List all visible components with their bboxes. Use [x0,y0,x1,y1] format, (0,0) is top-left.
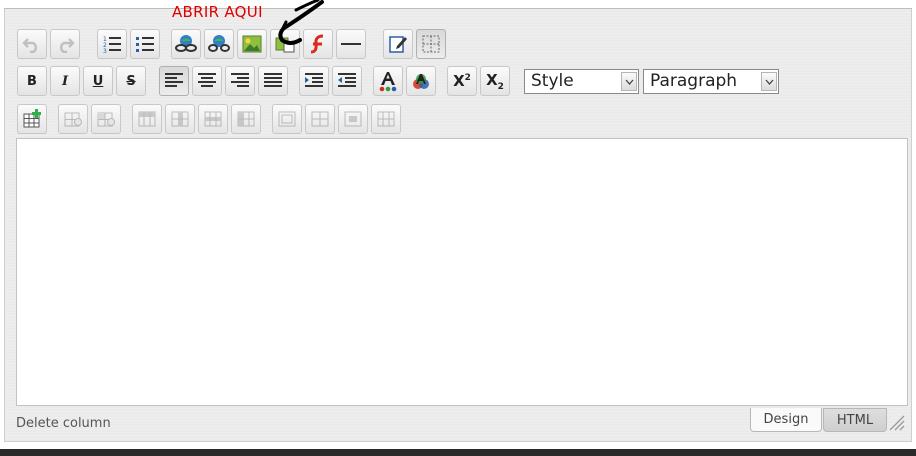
merge-cells-button[interactable] [305,104,335,134]
remove-link-button[interactable] [204,29,234,59]
bullet-list-icon [135,34,155,54]
merge-down-icon [376,110,396,128]
bold-button[interactable]: B [17,66,47,96]
svg-text:3: 3 [103,48,107,54]
horizontal-rule-icon [340,34,362,54]
insert-row-above-icon [137,110,157,128]
underline-icon: U [92,73,104,89]
align-center-button[interactable] [192,66,222,96]
italic-button[interactable]: I [50,66,80,96]
merge-right-button[interactable] [338,104,368,134]
edit-button[interactable] [383,29,413,59]
undo-icon [22,35,42,53]
horizontal-rule-button[interactable] [336,29,366,59]
cell-properties-icon [96,109,116,129]
superscript-button[interactable]: X2 [447,66,477,96]
resize-grip-icon[interactable] [887,413,905,435]
style-select-chevron-down-icon [621,72,637,91]
undo-button[interactable] [17,29,47,59]
outdent-button[interactable] [332,66,362,96]
merge-right-icon [343,110,363,128]
delete-column-icon [236,110,256,128]
cell-properties-button[interactable] [91,104,121,134]
design-mode-tab[interactable]: Design [750,408,822,432]
format-select-value: Paragraph [650,71,738,91]
align-right-icon [230,72,250,90]
strikethrough-button[interactable]: S [116,66,146,96]
ordered-list-icon: 123 [102,34,122,54]
scribble-arrow-icon [270,0,330,50]
page-bottom-strip [0,449,916,456]
outdent-icon [337,72,357,90]
format-select-chevron-down-icon [761,72,777,91]
link-icon [175,34,197,54]
background-color-icon [410,70,432,92]
font-color-icon [377,70,399,92]
insert-column-button[interactable] [165,104,195,134]
delete-column-button[interactable] [231,104,261,134]
font-color-button[interactable] [373,66,403,96]
justify-icon [263,72,283,90]
redo-icon [55,35,75,53]
table-properties-button[interactable] [58,104,88,134]
insert-column-icon [170,110,190,128]
insert-row-above-button[interactable] [132,104,162,134]
indent-icon [304,72,324,90]
superscript-icon: X2 [453,72,471,90]
italic-icon: I [61,73,69,89]
align-right-button[interactable] [225,66,255,96]
table-borders-icon [421,34,441,54]
insert-table-button[interactable] [17,104,47,134]
merge-cells-icon [310,110,330,128]
merge-down-button[interactable] [371,104,401,134]
redo-button[interactable] [50,29,80,59]
split-cell-icon [277,110,297,128]
insert-image-button[interactable] [237,29,267,59]
split-cell-button[interactable] [272,104,302,134]
insert-link-button[interactable] [171,29,201,59]
insert-table-icon [22,109,42,129]
align-center-icon [197,72,217,90]
editor-content-area[interactable] [16,138,908,406]
subscript-button[interactable]: X2 [480,66,510,96]
strikethrough-icon: S [126,73,136,89]
style-select-value: Style [531,71,574,91]
justify-button[interactable] [258,66,288,96]
annotation-label: ABRIR AQUI [172,3,263,21]
subscript-icon: X2 [486,70,504,92]
style-select[interactable]: Style [524,69,639,94]
table-properties-icon [63,109,83,129]
edit-note-icon [388,34,408,54]
html-mode-tab[interactable]: HTML [823,408,887,432]
status-bar-text: Delete column [16,416,111,431]
align-left-button[interactable] [159,66,189,96]
toggle-borders-button[interactable] [416,29,446,59]
rich-text-editor: 123 B I U S X2 X2 Style Paragraph Delete… [4,9,912,442]
background-color-button[interactable] [406,66,436,96]
bold-icon: B [27,73,37,89]
delete-row-button[interactable] [198,104,228,134]
image-icon [242,35,262,53]
align-left-icon [164,72,184,90]
underline-button[interactable]: U [83,66,113,96]
bullet-list-button[interactable] [130,29,160,59]
ordered-list-button[interactable]: 123 [97,29,127,59]
unlink-icon [208,34,230,54]
format-select[interactable]: Paragraph [643,69,779,94]
indent-button[interactable] [299,66,329,96]
delete-row-icon [203,110,223,128]
